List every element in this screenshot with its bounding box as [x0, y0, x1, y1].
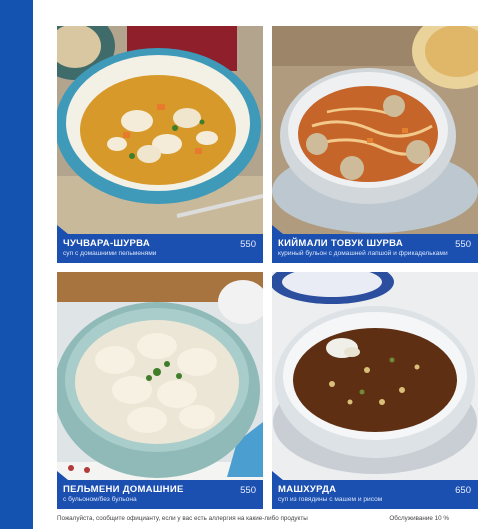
dish-caption: МАШХУРДА суп из говядины с машем и рисом… — [272, 471, 478, 509]
side-accent-bar — [0, 0, 33, 529]
dish-caption: КИЙМАЛИ ТОВУК ШУРВА куриный бульон с дом… — [272, 225, 478, 263]
dish-caption: ПЕЛЬМЕНИ ДОМАШНИЕ с бульоном/без бульона… — [57, 471, 263, 509]
caption-fold — [57, 225, 68, 234]
dish-name: ПЕЛЬМЕНИ ДОМАШНИЕ — [63, 484, 184, 495]
dish-description: с бульоном/без бульона — [63, 496, 137, 503]
dish-name: ЧУЧВАРА-ШУРВА — [63, 238, 150, 249]
dish-photo-kiymali-tovuk — [272, 26, 478, 234]
menu-card-chuchvara[interactable]: ЧУЧВАРА-ШУРВА суп с домашними пельменями… — [57, 26, 263, 263]
caption-fold — [272, 471, 283, 480]
allergy-note: Пожалуйста, сообщите официанту, если у в… — [57, 515, 308, 522]
dish-photo-pelmeni — [57, 272, 263, 480]
dish-price: 550 — [240, 485, 256, 496]
dish-price: 550 — [455, 239, 471, 250]
caption-fold — [57, 471, 68, 480]
menu-card-mashkhurda[interactable]: МАШХУРДА суп из говядины с машем и рисом… — [272, 272, 478, 509]
dish-name: МАШХУРДА — [278, 484, 337, 495]
dish-price: 550 — [240, 239, 256, 250]
dish-description: суп из говядины с машем и рисом — [278, 496, 383, 503]
dish-description: куриный бульон с домашней лапшой и фрика… — [278, 250, 448, 257]
dish-description: суп с домашними пельменями — [63, 250, 157, 257]
menu-card-pelmeni[interactable]: ПЕЛЬМЕНИ ДОМАШНИЕ с бульоном/без бульона… — [57, 272, 263, 509]
caption-fold — [272, 225, 283, 234]
dish-price: 650 — [455, 485, 471, 496]
dish-photo-chuchvara — [57, 26, 263, 234]
service-charge-note: Обслуживание 10 % — [389, 515, 449, 522]
dish-photo-mashkhurda — [272, 272, 478, 480]
dish-name: КИЙМАЛИ ТОВУК ШУРВА — [278, 238, 404, 249]
dish-caption: ЧУЧВАРА-ШУРВА суп с домашними пельменями… — [57, 225, 263, 263]
menu-card-kiymali-tovuk[interactable]: КИЙМАЛИ ТОВУК ШУРВА куриный бульон с дом… — [272, 26, 478, 263]
